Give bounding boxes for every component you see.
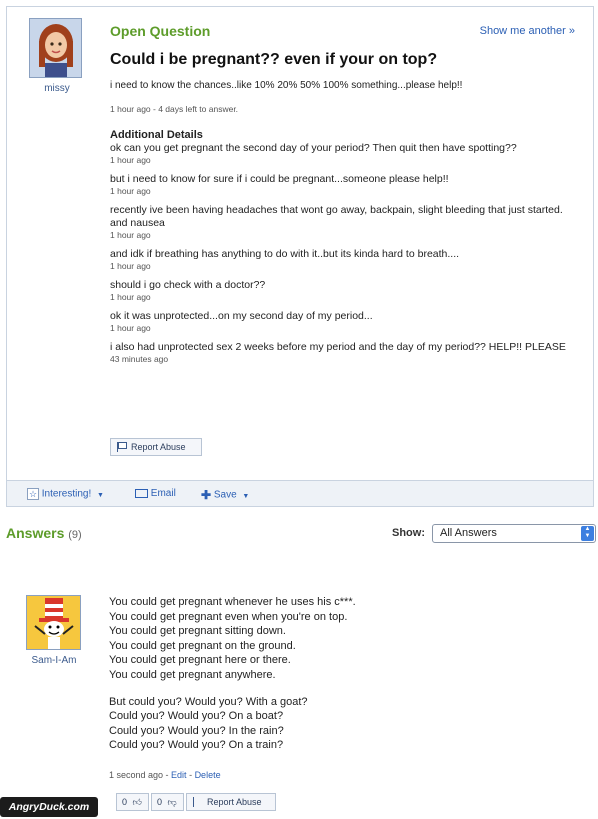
- thumbs-up-count: 0: [122, 797, 128, 807]
- report-label: Report Abuse: [131, 442, 186, 452]
- detail-item: i also had unprotected sex 2 weeks befor…: [110, 341, 580, 365]
- answer-line: Could you? Would you? In the rain?: [109, 724, 284, 737]
- show-another-link[interactable]: Show me another »: [480, 25, 575, 37]
- answers-filter-select[interactable]: All Answers ▲ ▼: [432, 524, 596, 543]
- detail-text: recently ive been having headaches that …: [110, 204, 563, 229]
- email-label: Email: [150, 488, 176, 499]
- updown-arrows-icon: ▲ ▼: [581, 526, 594, 541]
- detail-time: 1 hour ago: [110, 261, 151, 271]
- detail-time: 1 hour ago: [110, 292, 151, 302]
- detail-text: should i go check with a doctor??: [110, 279, 266, 291]
- envelope-icon: [135, 488, 148, 498]
- answer-line: You could get pregnant whenever he uses …: [109, 596, 356, 608]
- detail-time: 43 minutes ago: [110, 354, 169, 364]
- answer-line: But could you? Would you? With a goat?: [109, 695, 308, 708]
- answers-count: (9): [68, 529, 82, 541]
- interesting-button[interactable]: ☆ Interesting! ▼: [27, 488, 104, 500]
- answer-line: You could get pregnant even when you're …: [109, 610, 348, 623]
- star-icon: ☆: [27, 488, 39, 500]
- show-filter-label: Show:: [392, 527, 425, 539]
- save-label: Save: [213, 489, 237, 501]
- detail-time: 1 hour ago: [110, 230, 151, 240]
- chevron-down-icon: ▼: [242, 492, 250, 500]
- question-report-abuse-button[interactable]: Report Abuse: [110, 438, 202, 456]
- thumbs-down-button[interactable]: 0 👎︎: [151, 793, 184, 811]
- detail-item: should i go check with a doctor?? 1 hour …: [110, 279, 580, 303]
- question-time: 1 hour ago - 4 days left to answer.: [110, 104, 239, 114]
- answer-line: You could get pregnant sitting down.: [109, 625, 286, 638]
- question-title: Could i be pregnant?? even if your on to…: [110, 51, 438, 68]
- detail-item: ok can you get pregnant the second day o…: [110, 142, 580, 166]
- detail-text: ok can you get pregnant the second day o…: [110, 142, 517, 154]
- detail-time: 1 hour ago: [110, 155, 151, 165]
- answer-line: You could get pregnant on the ground.: [109, 639, 296, 652]
- detail-item: ok it was unprotected...on my second day…: [110, 310, 580, 334]
- detail-text: ok it was unprotected...on my second day…: [110, 310, 373, 322]
- answers-filter-value: All Answers: [440, 527, 497, 539]
- detail-item: but i need to know for sure if i could b…: [110, 173, 580, 197]
- answers-heading: Answers (9): [6, 525, 82, 541]
- detail-text: i also had unprotected sex 2 weeks befor…: [110, 341, 566, 353]
- detail-item: recently ive been having headaches that …: [110, 204, 580, 241]
- answer-line: Could you? Would you? On a boat?: [109, 710, 284, 723]
- answer-meta: 1 second ago - Edit - Delete: [109, 770, 221, 780]
- flag-icon: [117, 442, 127, 452]
- thumbs-up-button[interactable]: 0 👍︎: [116, 793, 149, 811]
- chevron-down-icon: ▼: [97, 491, 104, 499]
- answer-body: You could get pregnant whenever he uses …: [109, 595, 569, 753]
- answerer-avatar[interactable]: [26, 595, 81, 650]
- plus-icon: ✚: [201, 488, 212, 502]
- detail-text: but i need to know for sure if i could b…: [110, 173, 449, 185]
- answer-report-abuse-button[interactable]: Report Abuse: [186, 793, 276, 811]
- watermark-logo: AngryDuck.com: [0, 797, 98, 817]
- answer-line: You could get pregnant anywhere.: [109, 668, 276, 681]
- detail-item: and idk if breathing has anything to do …: [110, 248, 580, 272]
- edit-link[interactable]: Edit: [171, 770, 187, 780]
- asker-avatar[interactable]: [29, 18, 82, 78]
- thumbs-down-count: 0: [157, 797, 163, 807]
- email-button[interactable]: Email: [135, 488, 176, 499]
- thumbs-up-icon: 👍︎: [132, 797, 142, 807]
- delete-link[interactable]: Delete: [195, 770, 221, 780]
- thumbs-down-icon: 👎︎: [167, 797, 177, 807]
- answer-time: 1 second ago: [109, 770, 164, 780]
- answerer-name[interactable]: Sam-I-Am: [21, 655, 87, 666]
- additional-details-title: Additional Details: [110, 129, 203, 141]
- answer-line: Could you? Would you? On a train?: [109, 739, 284, 752]
- question-status: Open Question: [110, 23, 211, 39]
- detail-time: 1 hour ago: [110, 186, 151, 196]
- detail-text: and idk if breathing has anything to do …: [110, 248, 460, 260]
- flag-icon: [193, 797, 202, 807]
- save-button[interactable]: ✚ Save ▼: [201, 488, 249, 502]
- additional-details: ok can you get pregnant the second day o…: [110, 142, 580, 372]
- answers-title: Answers: [6, 525, 65, 541]
- interesting-label: Interesting!: [41, 488, 92, 500]
- watermark-text: AngryDuck.com: [8, 801, 90, 813]
- answer-line: You could get pregnant here or there.: [109, 654, 291, 667]
- report-label: Report Abuse: [207, 797, 262, 807]
- question-panel: missy Open Question Show me another » Co…: [6, 6, 594, 481]
- question-toolbar: ☆ Interesting! ▼ Email ✚ Save ▼: [6, 481, 594, 507]
- asker-name[interactable]: missy: [27, 83, 87, 94]
- detail-time: 1 hour ago: [110, 323, 151, 333]
- question-body: i need to know the chances..like 10% 20%…: [110, 80, 463, 91]
